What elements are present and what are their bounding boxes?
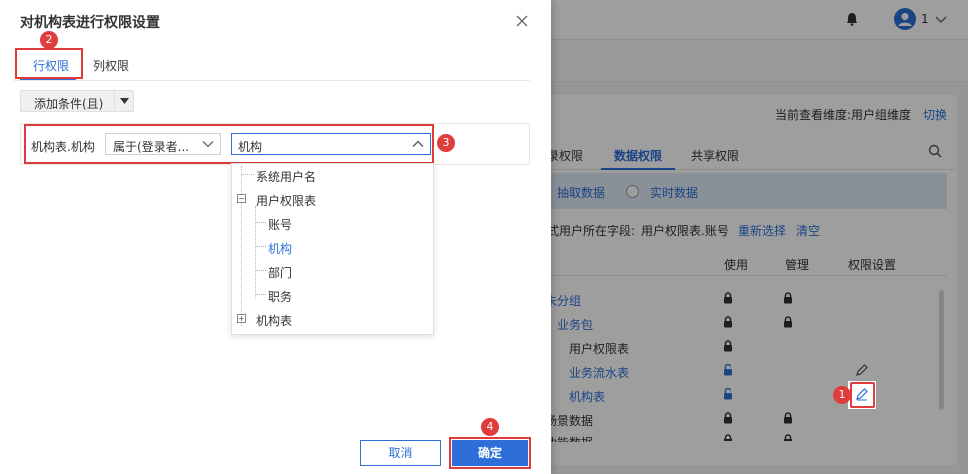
step-badge-4: 4	[481, 418, 499, 436]
expand-icon[interactable]: +	[237, 314, 246, 323]
tree-branch	[256, 246, 266, 247]
add-condition-label: 添加条件(且)	[34, 97, 104, 111]
dialog-title: 对机构表进行权限设置	[20, 15, 160, 31]
step-badge-2: 2	[40, 31, 58, 49]
tree-item-organization-table[interactable]: 机构表	[256, 312, 292, 329]
step-1-highlight	[850, 382, 875, 408]
caret-down-icon[interactable]	[120, 98, 129, 104]
tree-guide	[241, 166, 242, 326]
add-button-divider	[114, 91, 115, 111]
step-badge-3: 3	[437, 134, 455, 152]
tree-branch	[256, 294, 266, 295]
step-2-highlight	[15, 48, 83, 79]
cancel-button[interactable]: 取消	[360, 440, 441, 466]
tree-guide	[255, 206, 256, 298]
tree-item-organization[interactable]: 机构	[268, 240, 292, 257]
tree-item-system-username[interactable]: 系统用户名	[256, 168, 316, 185]
close-icon[interactable]	[516, 15, 528, 27]
tree-item-user-permission-table[interactable]: 用户权限表	[256, 192, 316, 209]
tree-item-account[interactable]: 账号	[268, 216, 292, 233]
tree-item-department[interactable]: 部门	[268, 264, 292, 281]
dialog-tabs-divider	[14, 80, 530, 81]
ok-button[interactable]: 确定	[452, 440, 528, 466]
tree-branch	[242, 174, 254, 175]
step-badge-1: 1	[833, 386, 851, 404]
step-3-highlight	[24, 124, 434, 164]
collapse-icon[interactable]: −	[237, 194, 246, 203]
tab-column-permission[interactable]: 列权限	[93, 57, 129, 74]
tree-branch	[256, 222, 266, 223]
field-tree-dropdown	[231, 163, 434, 335]
tree-item-position[interactable]: 职务	[268, 288, 292, 305]
tree-branch	[256, 270, 266, 271]
